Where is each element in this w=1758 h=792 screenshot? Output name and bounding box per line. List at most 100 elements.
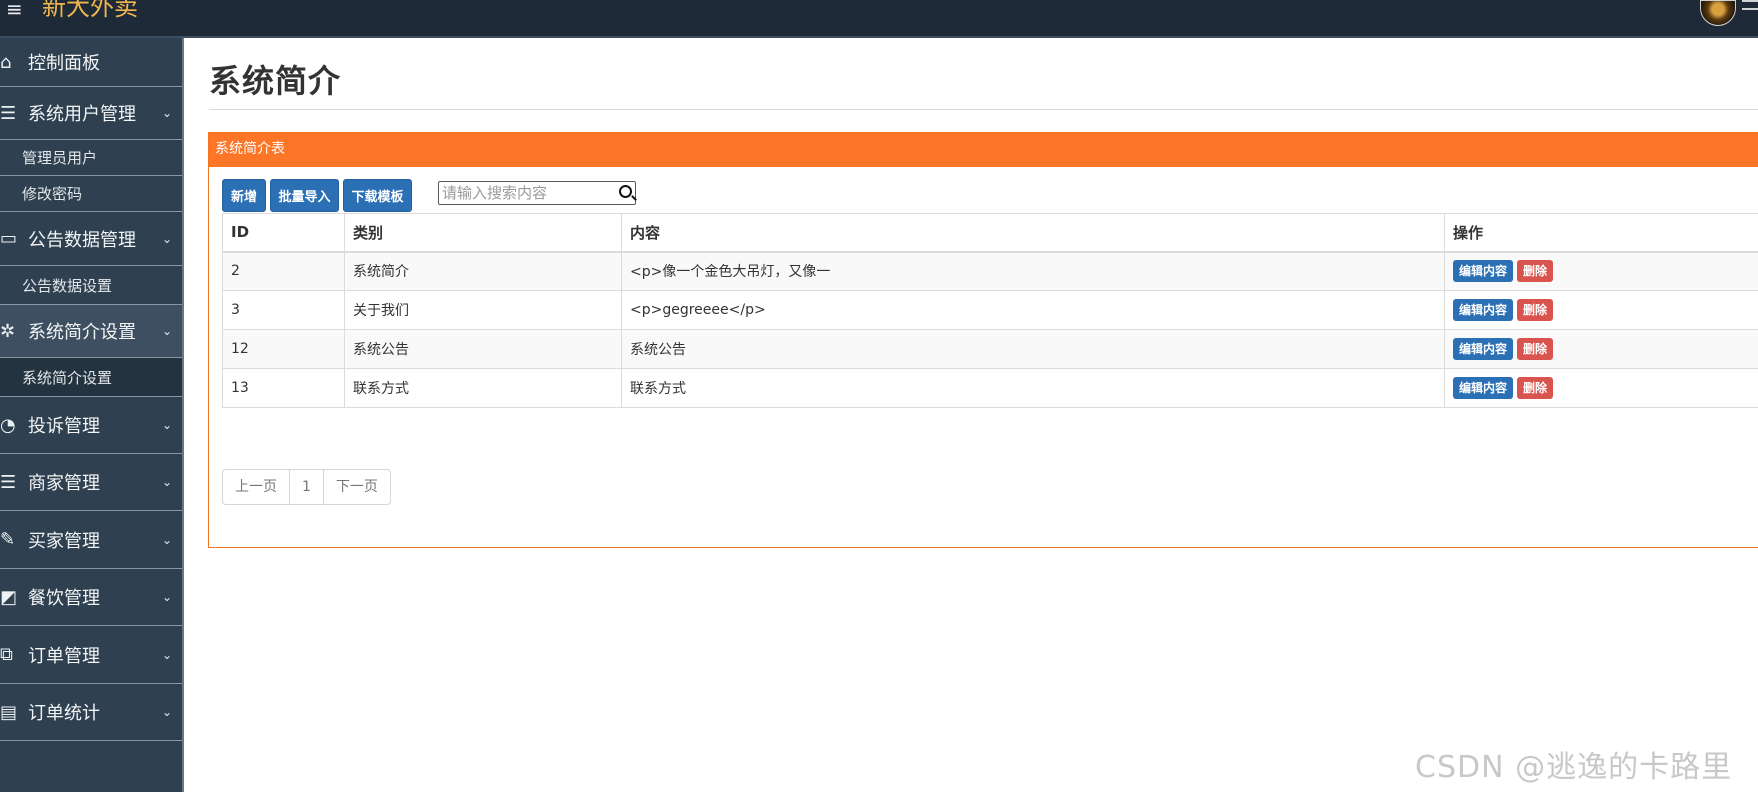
sidebar-item-label: 订单统计 <box>28 703 100 724</box>
list-icon: ☰ <box>0 102 17 124</box>
panel-title: 系统简介表 <box>209 133 1758 167</box>
edit-content-button[interactable]: 编辑内容 <box>1453 377 1514 399</box>
sidebar-item-catering[interactable]: ◩ 餐饮管理 ⌄ <box>0 569 182 626</box>
cell-id: 12 <box>222 329 345 369</box>
pie-icon: ◔ <box>0 414 16 436</box>
cell-category: 联系方式 <box>344 368 622 408</box>
sidebar-item-label: 买家管理 <box>28 530 100 552</box>
chevron-down-icon: ⌄ <box>161 418 172 432</box>
sidebar-subitem-label: 系统简介设置 <box>22 368 113 387</box>
chevron-down-icon: ⌄ <box>161 231 172 246</box>
sidebar-item-label: 系统用户管理 <box>28 104 136 125</box>
cell-content: 系统公告 <box>621 329 1445 369</box>
search-input[interactable]: 请输入搜索内容 <box>438 181 636 205</box>
cell-id: 2 <box>222 251 345 291</box>
sidebar-item-label: 公告数据管理 <box>28 229 136 251</box>
list-icon: ☰ <box>0 471 17 493</box>
table-row: 12 系统公告 系统公告 编辑内容 删除 <box>222 329 1758 369</box>
chevron-down-icon: ⌄ <box>161 590 172 604</box>
page-number-button[interactable]: 1 <box>290 470 324 504</box>
avatar[interactable] <box>1700 0 1736 26</box>
atom-icon: ✲ <box>0 320 16 342</box>
edit-content-button[interactable]: 编辑内容 <box>1453 299 1514 321</box>
sidebar-subitem-system-intro-settings[interactable]: 系统简介设置 <box>0 358 182 397</box>
cell-id: 13 <box>222 368 345 408</box>
title-divider <box>209 109 1758 110</box>
cell-actions: 编辑内容 删除 <box>1444 290 1758 330</box>
hamburger-icon[interactable]: ≡ <box>6 0 23 20</box>
sidebar-item-label: 订单管理 <box>28 645 100 667</box>
sidebar-item-dashboard[interactable]: ⌂ 控制面板 <box>0 38 182 87</box>
sidebar-item-label: 控制面板 <box>28 53 100 74</box>
chevron-down-icon: ⌄ <box>161 647 172 662</box>
column-header-actions: 操作 <box>1444 213 1758 253</box>
edit-content-button[interactable]: 编辑内容 <box>1453 260 1514 283</box>
main-content: 系统简介 系统简介表 新增 批量导入 下载模板 请输入搜索内容 ID 类别 内容… <box>186 38 1758 792</box>
sidebar-subitem-label: 公告数据设置 <box>22 276 113 295</box>
cell-category: 系统简介 <box>344 251 622 291</box>
home-icon: ⌂ <box>0 51 12 73</box>
delete-button[interactable]: 删除 <box>1517 338 1554 360</box>
cell-content: <p>像一个金色大吊灯，又像一 <box>621 251 1445 291</box>
share-icon: ⧉ <box>0 644 13 665</box>
chevron-down-icon: ⌄ <box>161 475 172 489</box>
sidebar-item-label: 投诉管理 <box>28 416 100 437</box>
sidebar-item-order-stats[interactable]: ▤ 订单统计 ⌄ <box>0 684 182 741</box>
sidebar-item-orders[interactable]: ⧉ 订单管理 ⌄ <box>0 626 182 684</box>
cell-category: 关于我们 <box>344 290 622 330</box>
pagination: 上一页 1 下一页 <box>222 469 391 505</box>
cell-id: 3 <box>222 290 345 330</box>
sidebar-item-system-intro[interactable]: ✲ 系统简介设置 ⌄ <box>0 305 182 358</box>
chevron-down-icon: ⌄ <box>161 532 172 547</box>
table-header-row: ID 类别 内容 操作 <box>222 213 1758 253</box>
chevron-down-icon: ⌄ <box>161 324 172 338</box>
pencil-icon: ✎ <box>0 529 16 550</box>
sidebar-subitem-announcement-settings[interactable]: 公告数据设置 <box>0 266 182 305</box>
edit-box-icon: ◩ <box>0 586 18 608</box>
sidebar-subitem-label: 管理员用户 <box>22 149 98 167</box>
sidebar-item-label: 系统简介设置 <box>28 322 136 343</box>
delete-button[interactable]: 删除 <box>1517 260 1554 283</box>
delete-button[interactable]: 删除 <box>1517 299 1554 321</box>
sidebar-item-announcements[interactable]: ▭ 公告数据管理 ⌄ <box>0 212 182 266</box>
sidebar-item-complaints[interactable]: ◔ 投诉管理 ⌄ <box>0 397 182 454</box>
sidebar: ⌂ 控制面板 ☰ 系统用户管理 ⌄ 管理员用户 修改密码 ▭ 公告数据管理 ⌄ … <box>0 38 184 792</box>
monitor-icon: ▭ <box>0 228 18 249</box>
sidebar-item-buyers[interactable]: ✎ 买家管理 ⌄ <box>0 511 182 569</box>
column-header-id: ID <box>222 213 345 253</box>
cell-content: 联系方式 <box>621 368 1445 408</box>
chevron-down-icon: ⌄ <box>161 705 172 719</box>
intro-table: ID 类别 内容 操作 2 系统简介 <p>像一个金色大吊灯，又像一 编辑内容删… <box>222 213 1758 408</box>
sidebar-subitem-change-password[interactable]: 修改密码 <box>0 176 182 212</box>
cell-actions: 编辑内容 删除 <box>1444 368 1758 408</box>
search-placeholder: 请输入搜索内容 <box>442 184 548 202</box>
cell-content: <p>gegreeee</p> <box>621 290 1445 330</box>
cell-actions: 编辑内容 删除 <box>1444 251 1758 291</box>
cell-category: 系统公告 <box>344 329 622 369</box>
table-row: 3 关于我们 <p>gegreeee</p> 编辑内容 删除 <box>222 290 1758 330</box>
download-template-button[interactable]: 下载模板 <box>343 179 412 212</box>
watermark: CSDN @逃逸的卡路里 <box>1415 750 1733 785</box>
edit-content-button[interactable]: 编辑内容 <box>1453 338 1514 360</box>
cell-actions: 编辑内容 删除 <box>1444 329 1758 369</box>
calendar-icon: ▤ <box>0 701 18 723</box>
page-title: 系统简介 <box>209 62 342 100</box>
search-icon[interactable] <box>619 185 632 198</box>
batch-import-button[interactable]: 批量导入 <box>270 179 339 212</box>
sidebar-subitem-admin-users[interactable]: 管理员用户 <box>0 140 182 176</box>
sidebar-item-merchants[interactable]: ☰ 商家管理 ⌄ <box>0 454 182 511</box>
top-navbar: ≡ 新大外卖 <box>0 0 1758 38</box>
app-title: 新大外卖 <box>42 0 138 21</box>
sidebar-item-system-users[interactable]: ☰ 系统用户管理 ⌄ <box>0 87 182 140</box>
chevron-down-icon: ⌄ <box>161 106 172 120</box>
next-page-button[interactable]: 下一页 <box>324 470 390 504</box>
add-button[interactable]: 新增 <box>222 179 266 212</box>
delete-button[interactable]: 删除 <box>1517 377 1554 399</box>
table-row: 13 联系方式 联系方式 编辑内容 删除 <box>222 368 1758 408</box>
user-menu-icon[interactable] <box>1742 0 1758 10</box>
column-header-content: 内容 <box>621 213 1445 253</box>
sidebar-item-label: 餐饮管理 <box>28 588 100 609</box>
sidebar-subitem-label: 修改密码 <box>22 185 83 203</box>
prev-page-button[interactable]: 上一页 <box>223 470 290 504</box>
table-row: 2 系统简介 <p>像一个金色大吊灯，又像一 编辑内容 删除 <box>222 251 1758 291</box>
